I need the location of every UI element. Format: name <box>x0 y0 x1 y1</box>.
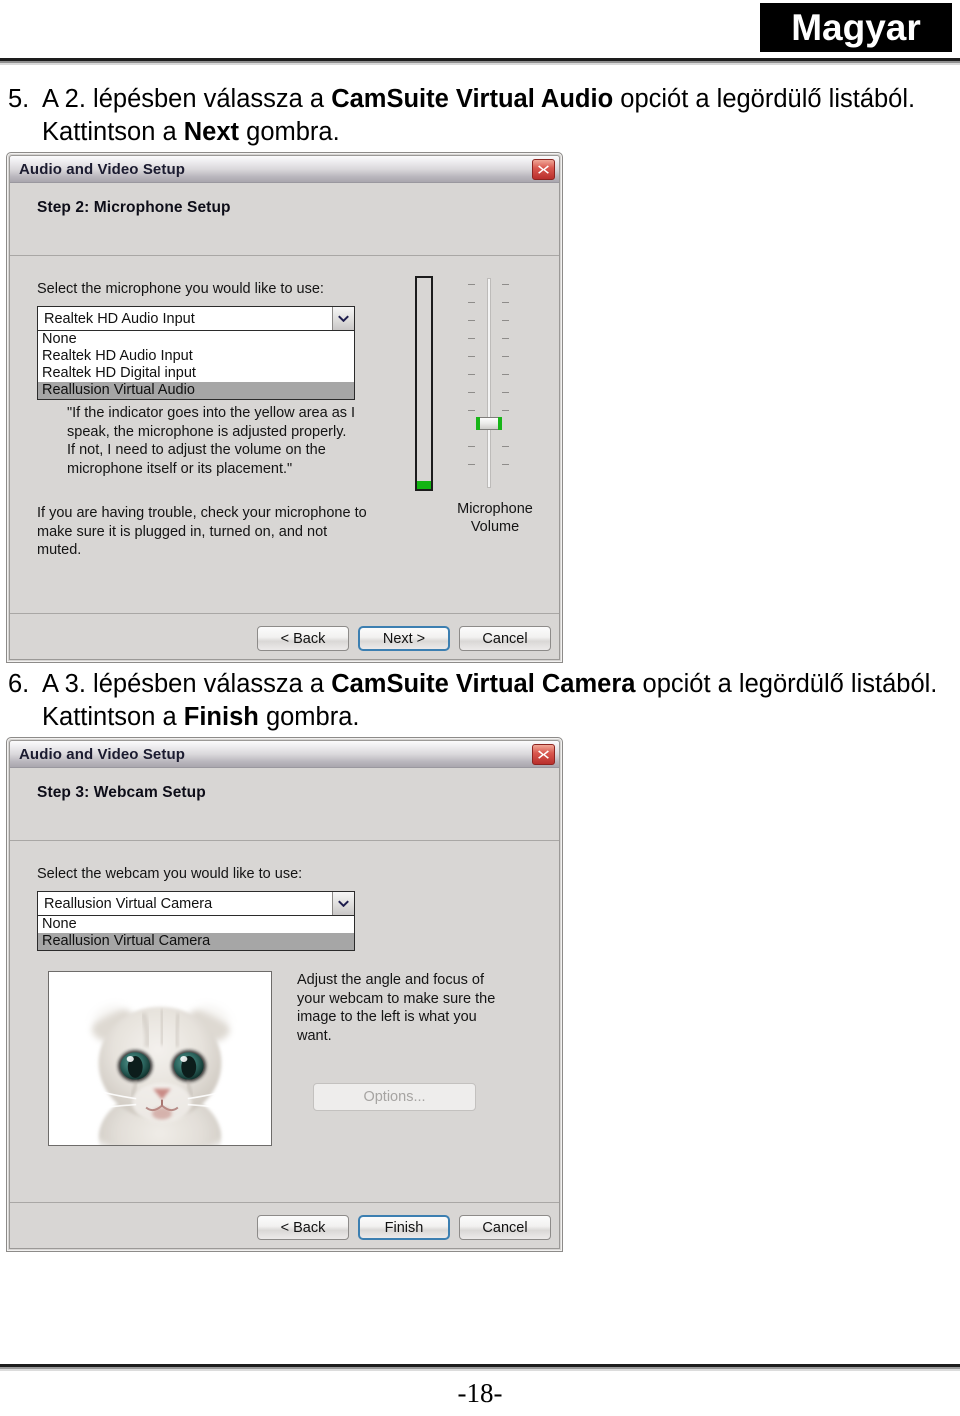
microphone-volume-caption-line1: Microphone <box>457 501 533 517</box>
slider-tick-right-6 <box>502 374 509 375</box>
kitten-webcam-preview-image <box>49 972 271 1145</box>
instruction-6-seg-4: gombra. <box>258 703 360 731</box>
header-rule-light <box>0 63 960 65</box>
instruction-5-seg-0: A 2. lépésben válassza a <box>42 85 332 113</box>
instruction-5-seg-1: CamSuite Virtual Audio <box>331 85 614 113</box>
microphone-level-meter-fill <box>417 480 431 489</box>
audio-video-setup-dialog-step3: Audio and Video Setup Step 3: Webcam Set… <box>6 737 563 1252</box>
dialog-step3-title: Audio and Video Setup <box>19 745 185 763</box>
microphone-volume-slider-thumb[interactable] <box>476 417 502 430</box>
slider-tick-right-9 <box>502 446 509 447</box>
instruction-6-text: A 3. lépésben válassza a CamSuite Virtua… <box>42 668 952 734</box>
webcam-combo-value: Reallusion Virtual Camera <box>44 895 213 912</box>
webcam-adjust-text: Adjust the angle and focus of your webca… <box>297 972 496 1044</box>
webcam-combo-dropdown-list[interactable]: None Reallusion Virtual Camera <box>37 916 355 951</box>
slider-tick-right-4 <box>502 338 509 339</box>
dialog-step3-content: Select the webcam you would like to use:… <box>10 841 559 1202</box>
combo-option-realtek-hd-digital-input[interactable]: Realtek HD Digital input <box>38 365 354 382</box>
footer-rule-light <box>0 1369 960 1371</box>
dialog-step2-footer: < Back Next > Cancel <box>10 613 559 659</box>
microphone-level-meter <box>415 276 433 491</box>
combo-option-reallusion-virtual-camera[interactable]: Reallusion Virtual Camera <box>38 933 354 950</box>
microphone-combo-value: Realtek HD Audio Input <box>44 310 195 327</box>
slider-tick-left-9 <box>468 446 475 447</box>
language-badge: Magyar <box>760 3 952 52</box>
combo-option-reallusion-virtual-audio[interactable]: Reallusion Virtual Audio <box>38 382 354 399</box>
instruction-6-seg-3: Finish <box>183 703 259 731</box>
instruction-6-seg-0: A 3. lépésben válassza a <box>42 670 332 698</box>
slider-tick-left-1 <box>468 284 475 285</box>
slider-tick-left-2 <box>468 302 475 303</box>
microphone-combo-dropdown-list[interactable]: None Realtek HD Audio Input Realtek HD D… <box>37 331 355 400</box>
combo-option-none[interactable]: None <box>38 331 354 348</box>
slider-tick-right-10 <box>502 464 509 465</box>
slider-tick-right-1 <box>502 284 509 285</box>
slider-tick-right-7 <box>502 392 509 393</box>
dialog-step2-header: Step 2: Microphone Setup <box>10 183 559 256</box>
instruction-step-6: 6. A 3. lépésben válassza a CamSuite Vir… <box>8 668 952 734</box>
slider-tick-left-7 <box>468 392 475 393</box>
dialog-step3-header: Step 3: Webcam Setup <box>10 768 559 841</box>
slider-tick-left-5 <box>468 356 475 357</box>
microphone-indicator-quote: "If the indicator goes into the yellow a… <box>67 405 356 477</box>
audio-video-setup-dialog-step2: Audio and Video Setup Step 2: Microphone… <box>6 152 563 663</box>
finish-button-step3[interactable]: Finish <box>358 1215 450 1240</box>
slider-tick-left-8 <box>468 410 475 411</box>
chevron-down-icon[interactable] <box>332 307 354 330</box>
combo-option-realtek-hd-audio-input[interactable]: Realtek HD Audio Input <box>38 348 354 365</box>
combo-option-none[interactable]: None <box>38 916 354 933</box>
microphone-select-combo[interactable]: Realtek HD Audio Input <box>37 306 355 331</box>
dialog-step2-step-title: Step 2: Microphone Setup <box>37 199 231 216</box>
webcam-options-button[interactable]: Options... <box>313 1083 476 1111</box>
header-divider-rule <box>0 58 960 66</box>
cancel-button-step3[interactable]: Cancel <box>459 1215 551 1240</box>
slider-tick-right-2 <box>502 302 509 303</box>
dialog-step2-title: Audio and Video Setup <box>19 160 185 178</box>
dialog-step3-inner: Audio and Video Setup Step 3: Webcam Set… <box>9 740 560 1249</box>
next-button-step2[interactable]: Next > <box>358 626 450 651</box>
back-button-step2[interactable]: < Back <box>257 626 349 651</box>
microphone-trouble-text: If you are having trouble, check your mi… <box>37 505 367 558</box>
language-badge-label: Magyar <box>791 7 921 48</box>
webcam-select-label: Select the webcam you would like to use: <box>37 866 303 882</box>
slider-tick-right-8 <box>502 410 509 411</box>
instruction-6-number: 6. <box>8 670 30 698</box>
close-x-icon[interactable] <box>532 159 555 180</box>
dialog-step3-titlebar[interactable]: Audio and Video Setup <box>10 741 559 768</box>
instruction-6-seg-1: CamSuite Virtual Camera <box>331 670 636 698</box>
dialog-step2-inner: Audio and Video Setup Step 2: Microphone… <box>9 155 560 660</box>
chevron-down-icon[interactable] <box>332 892 354 915</box>
dialog-step2-content: Select the microphone you would like to … <box>10 256 559 613</box>
instruction-5-seg-3: Next <box>183 118 240 146</box>
instruction-5-number: 5. <box>8 85 30 113</box>
cancel-button-step2[interactable]: Cancel <box>459 626 551 651</box>
back-button-step3[interactable]: < Back <box>257 1215 349 1240</box>
microphone-volume-caption: Microphone Volume <box>440 500 550 536</box>
webcam-preview-frame <box>48 971 272 1146</box>
dialog-step3-step-title: Step 3: Webcam Setup <box>37 784 206 801</box>
slider-tick-left-3 <box>468 320 475 321</box>
footer-divider-rule <box>0 1364 960 1371</box>
microphone-select-label: Select the microphone you would like to … <box>37 281 324 297</box>
dialog-step2-titlebar[interactable]: Audio and Video Setup <box>10 156 559 183</box>
close-x-icon[interactable] <box>532 744 555 765</box>
webcam-select-combo[interactable]: Reallusion Virtual Camera <box>37 891 355 916</box>
microphone-volume-slider-track[interactable] <box>487 278 491 488</box>
dialog-step3-footer: < Back Finish Cancel <box>10 1202 559 1248</box>
slider-tick-right-5 <box>502 356 509 357</box>
slider-tick-left-4 <box>468 338 475 339</box>
page-number: -18- <box>457 1378 503 1408</box>
instruction-5-text: A 2. lépésben válassza a CamSuite Virtua… <box>42 83 952 149</box>
microphone-volume-caption-line2: Volume <box>470 519 520 535</box>
slider-tick-left-6 <box>468 374 475 375</box>
slider-tick-left-10 <box>468 464 475 465</box>
slider-tick-right-3 <box>502 320 509 321</box>
instruction-step-5: 5. A 2. lépésben válassza a CamSuite Vir… <box>8 83 952 149</box>
instruction-5-seg-4: gombra. <box>239 118 340 146</box>
